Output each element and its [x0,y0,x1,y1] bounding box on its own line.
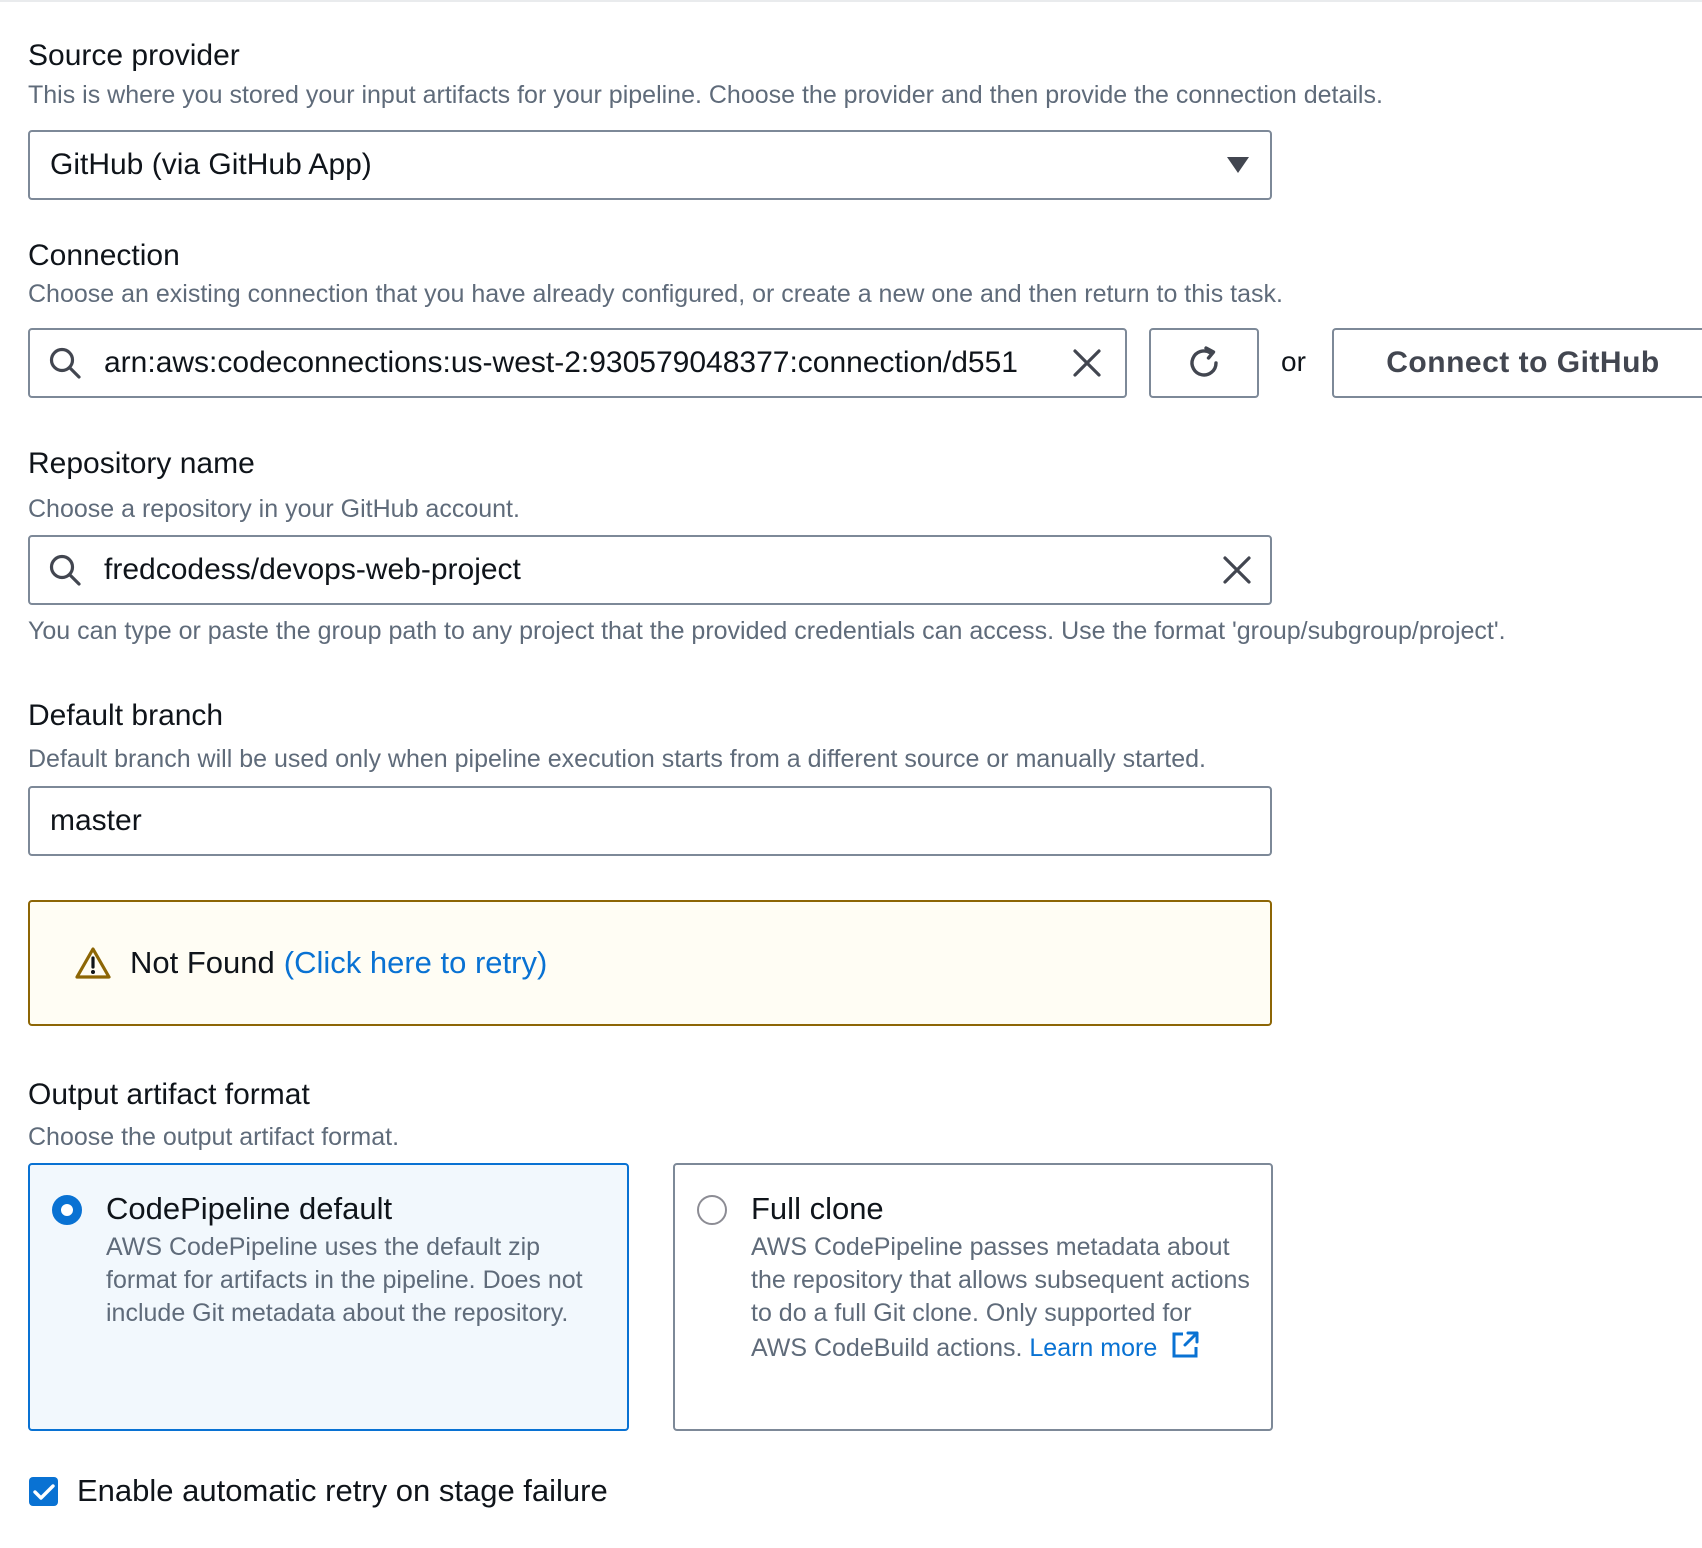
check-icon [32,1483,55,1501]
repository-label: Repository name [28,447,255,480]
clear-icon[interactable] [1072,348,1102,378]
default-branch-label: Default branch [28,699,224,732]
source-provider-value: GitHub (via GitHub App) [50,148,372,181]
tile-description-container: AWS CodePipeline passes metadata about t… [751,1231,1251,1369]
default-branch-value: master [50,804,142,837]
or-separator: or [1281,346,1306,377]
source-provider-description: This is where you stored your input arti… [28,81,1383,109]
search-icon [48,346,82,380]
tile-description: AWS CodePipeline uses the default zip fo… [106,1233,583,1327]
refresh-button[interactable] [1149,328,1259,398]
auto-retry-checkbox[interactable] [29,1477,58,1506]
repository-description: Choose a repository in your GitHub accou… [28,495,520,523]
output-format-description: Choose the output artifact format. [28,1123,400,1151]
repository-value: fredcodess/devops-web-project [104,553,521,586]
warning-icon [74,946,112,980]
default-branch-input[interactable]: master [28,786,1272,856]
connection-description: Choose an existing connection that you h… [28,280,1283,308]
tile-title: CodePipeline default [106,1191,393,1226]
radio-unselected[interactable] [697,1195,727,1225]
refresh-icon [1185,344,1223,382]
retry-link[interactable]: (Click here to retry) [284,945,548,981]
connection-value: arn:aws:codeconnections:us-west-2:930579… [104,346,1018,379]
learn-more-label: Learn more [1029,1334,1158,1363]
codepipeline-default-tile[interactable]: CodePipeline default AWS CodePipeline us… [28,1163,629,1431]
caret-down-icon [1226,156,1250,174]
default-branch-description: Default branch will be used only when pi… [28,745,1206,773]
repository-constraint-text: You can type or paste the group path to … [28,617,1506,645]
source-provider-label: Source provider [28,39,240,72]
not-found-alert: Not Found (Click here to retry) [28,900,1272,1026]
search-icon [48,553,82,587]
connect-to-github-button[interactable]: Connect to GitHub [1332,328,1702,398]
output-format-label: Output artifact format [28,1078,310,1111]
clear-icon[interactable] [1222,555,1252,585]
connection-search-input[interactable]: arn:aws:codeconnections:us-west-2:930579… [28,328,1127,398]
repository-search-input[interactable]: fredcodess/devops-web-project [28,535,1272,605]
radio-selected[interactable] [52,1195,82,1225]
full-clone-tile[interactable]: Full clone AWS CodePipeline passes metad… [673,1163,1273,1431]
alert-message: Not Found [130,945,275,980]
source-provider-select[interactable]: GitHub (via GitHub App) [28,130,1272,200]
external-link-icon [1170,1330,1200,1369]
connection-label: Connection [28,239,180,272]
tile-title: Full clone [751,1191,884,1226]
connect-to-github-label: Connect to GitHub [1386,346,1660,379]
learn-more-link[interactable]: Learn more [1029,1331,1200,1363]
auto-retry-label: Enable automatic retry on stage failure [77,1473,608,1508]
top-divider [0,0,1702,2]
